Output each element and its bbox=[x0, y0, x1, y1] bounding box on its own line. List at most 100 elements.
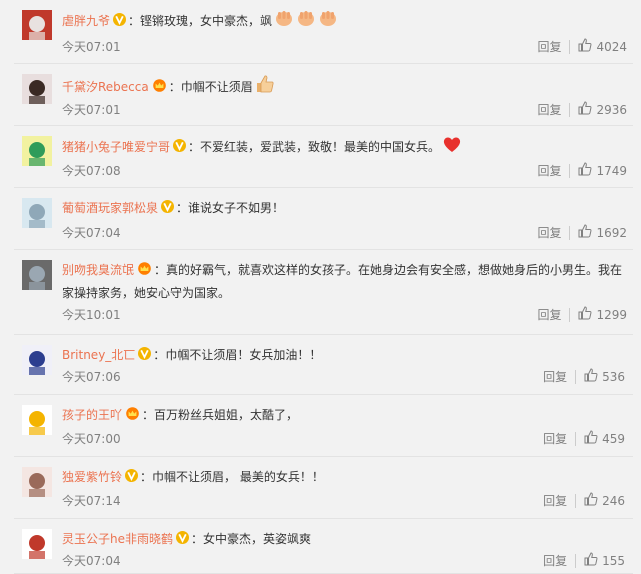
comment-text-line: 孩子的王吖 ：百万粉丝兵姐姐，太酷了， bbox=[62, 404, 631, 427]
reply-button[interactable]: 回复 bbox=[543, 492, 567, 509]
avatar[interactable] bbox=[22, 198, 52, 228]
comment-actions: 回复 536 bbox=[543, 368, 625, 385]
comment-text-line: Britney_北匸 ：巾帼不让须眉！女兵加油！！ bbox=[62, 344, 631, 367]
comment-text: 巾帼不让须眉 bbox=[180, 80, 253, 94]
avatar[interactable] bbox=[22, 405, 52, 435]
divider bbox=[569, 163, 571, 178]
like-count: 155 bbox=[602, 553, 625, 568]
thumbs-up-outline-icon bbox=[584, 430, 602, 447]
thumbs-up-outline-icon bbox=[578, 306, 596, 323]
like-count: 246 bbox=[602, 493, 625, 508]
colon-separator: ： bbox=[176, 201, 189, 215]
comment-time: 今天07:14 bbox=[62, 494, 121, 508]
like-button[interactable]: 536 bbox=[584, 368, 625, 385]
comment-actions: 回复 4024 bbox=[537, 38, 627, 55]
reply-button[interactable]: 回复 bbox=[537, 306, 561, 323]
avatar[interactable] bbox=[22, 74, 52, 104]
thumbs-up-outline-icon bbox=[578, 38, 596, 55]
avatar[interactable] bbox=[22, 529, 52, 559]
like-count: 1749 bbox=[596, 163, 627, 178]
avatar[interactable] bbox=[22, 345, 52, 375]
reply-button[interactable]: 回复 bbox=[537, 224, 561, 241]
avatar[interactable] bbox=[22, 10, 52, 40]
comment-text-line: 千黛汐Rebecca ：巾帼不让须眉 bbox=[62, 74, 631, 101]
comment-actions: 回复 459 bbox=[543, 430, 625, 447]
member-crown-icon bbox=[137, 260, 152, 282]
divider bbox=[575, 369, 577, 384]
clap-icon bbox=[274, 9, 294, 34]
like-count: 536 bbox=[602, 369, 625, 384]
username-link[interactable]: 别吻我臭流氓 bbox=[62, 263, 134, 277]
username-link[interactable]: 虐胖九爷 bbox=[62, 14, 110, 28]
like-button[interactable]: 246 bbox=[584, 492, 625, 509]
comment-time: 今天07:01 bbox=[62, 40, 121, 54]
like-button[interactable]: 1299 bbox=[578, 306, 627, 323]
comment-text: 不爱红装，爱武装，致敬！最美的中国女兵。 bbox=[200, 140, 441, 154]
username-link[interactable]: 猪猪小兔子唯爱宁哥 bbox=[62, 140, 170, 154]
comment-actions: 回复 2936 bbox=[537, 101, 627, 118]
like-button[interactable]: 155 bbox=[584, 552, 625, 569]
colon-separator: ： bbox=[142, 408, 155, 422]
heart-icon bbox=[442, 135, 462, 160]
member-crown-icon bbox=[125, 405, 140, 427]
like-button[interactable]: 1692 bbox=[578, 224, 627, 241]
like-count: 1299 bbox=[596, 307, 627, 322]
divider bbox=[575, 431, 577, 446]
avatar[interactable] bbox=[22, 136, 52, 166]
comment-actions: 回复 155 bbox=[543, 552, 625, 569]
verified-v-icon bbox=[113, 11, 127, 33]
avatar[interactable] bbox=[22, 260, 52, 290]
reply-button[interactable]: 回复 bbox=[537, 38, 561, 55]
like-button[interactable]: 1749 bbox=[578, 162, 627, 179]
username-link[interactable]: 葡萄酒玩家郭松泉 bbox=[62, 201, 158, 215]
comment-actions: 回复 1749 bbox=[537, 162, 627, 179]
clap-icon bbox=[318, 9, 338, 34]
comment-actions: 回复 246 bbox=[543, 492, 625, 509]
like-count: 4024 bbox=[596, 39, 627, 54]
comment-text-line: 别吻我臭流氓 ：真的好霸气，就喜欢这样的女孩子。在她身边会有安全感，想做她身后的小… bbox=[62, 259, 631, 304]
comment-text-line: 灵玉公子he非雨晓鹤 ：女中豪杰，英姿飒爽 bbox=[62, 528, 631, 551]
divider bbox=[575, 493, 577, 508]
verified-v-icon bbox=[125, 467, 139, 489]
comment-text: 谁说女子不如男！ bbox=[188, 201, 285, 215]
comment-text: 巾帼不让须眉！女兵加油！！ bbox=[165, 348, 322, 362]
thumbs-up-outline-icon bbox=[578, 224, 596, 241]
colon-separator: ： bbox=[168, 80, 181, 94]
like-count: 2936 bbox=[596, 102, 627, 117]
clap-icon bbox=[296, 9, 316, 34]
reply-button[interactable]: 回复 bbox=[543, 368, 567, 385]
reply-button[interactable]: 回复 bbox=[537, 101, 561, 118]
username-link[interactable]: 千黛汐Rebecca bbox=[62, 80, 149, 94]
username-link[interactable]: 独爱紫竹铃 bbox=[62, 470, 122, 484]
thumbs-up-outline-icon bbox=[578, 101, 596, 118]
username-link[interactable]: 孩子的王吖 bbox=[62, 408, 122, 422]
comment-item: 独爱紫竹铃 ：巾帼不让须眉， 最美的女兵！！ 今天07:14 回复 246 bbox=[0, 457, 641, 519]
comment-text: 巾帼不让须眉， 最美的女兵！！ bbox=[152, 470, 324, 484]
comment-text-line: 独爱紫竹铃 ：巾帼不让须眉， 最美的女兵！！ bbox=[62, 466, 631, 489]
comment-time: 今天10:01 bbox=[62, 308, 121, 322]
like-button[interactable]: 4024 bbox=[578, 38, 627, 55]
verified-v-icon bbox=[161, 198, 175, 220]
like-count: 1692 bbox=[596, 225, 627, 240]
avatar[interactable] bbox=[22, 467, 52, 497]
comment-actions: 回复 1692 bbox=[537, 224, 627, 241]
like-button[interactable]: 2936 bbox=[578, 101, 627, 118]
comment-text-line: 虐胖九爷 ：铿锵玫瑰，女中豪杰，飒 bbox=[62, 9, 631, 34]
username-link[interactable]: 灵玉公子he非雨晓鹤 bbox=[62, 532, 173, 546]
member-crown-icon bbox=[152, 77, 167, 99]
comment-text: 百万粉丝兵姐姐，太酷了， bbox=[154, 408, 299, 422]
colon-separator: ： bbox=[128, 14, 141, 28]
comment-text-line: 猪猪小兔子唯爱宁哥 ：不爱红装，爱武装，致敬！最美的中国女兵。 bbox=[62, 135, 631, 160]
comment-text: 女中豪杰，英姿飒爽 bbox=[203, 532, 312, 546]
verified-v-icon bbox=[176, 529, 189, 551]
thumbs-up-outline-icon bbox=[584, 368, 602, 385]
reply-button[interactable]: 回复 bbox=[543, 430, 567, 447]
comment-item: 孩子的王吖 ：百万粉丝兵姐姐，太酷了， 今天07:00 回复 459 bbox=[0, 395, 641, 457]
like-button[interactable]: 459 bbox=[584, 430, 625, 447]
comment-item: 虐胖九爷 ：铿锵玫瑰，女中豪杰，飒 今天07:01 回复 4024 bbox=[0, 0, 641, 64]
thumbs-up-outline-icon bbox=[584, 552, 602, 569]
username-link[interactable]: Britney_北匸 bbox=[62, 348, 135, 362]
reply-button[interactable]: 回复 bbox=[543, 552, 567, 569]
comment-time: 今天07:06 bbox=[62, 370, 121, 384]
reply-button[interactable]: 回复 bbox=[537, 162, 561, 179]
